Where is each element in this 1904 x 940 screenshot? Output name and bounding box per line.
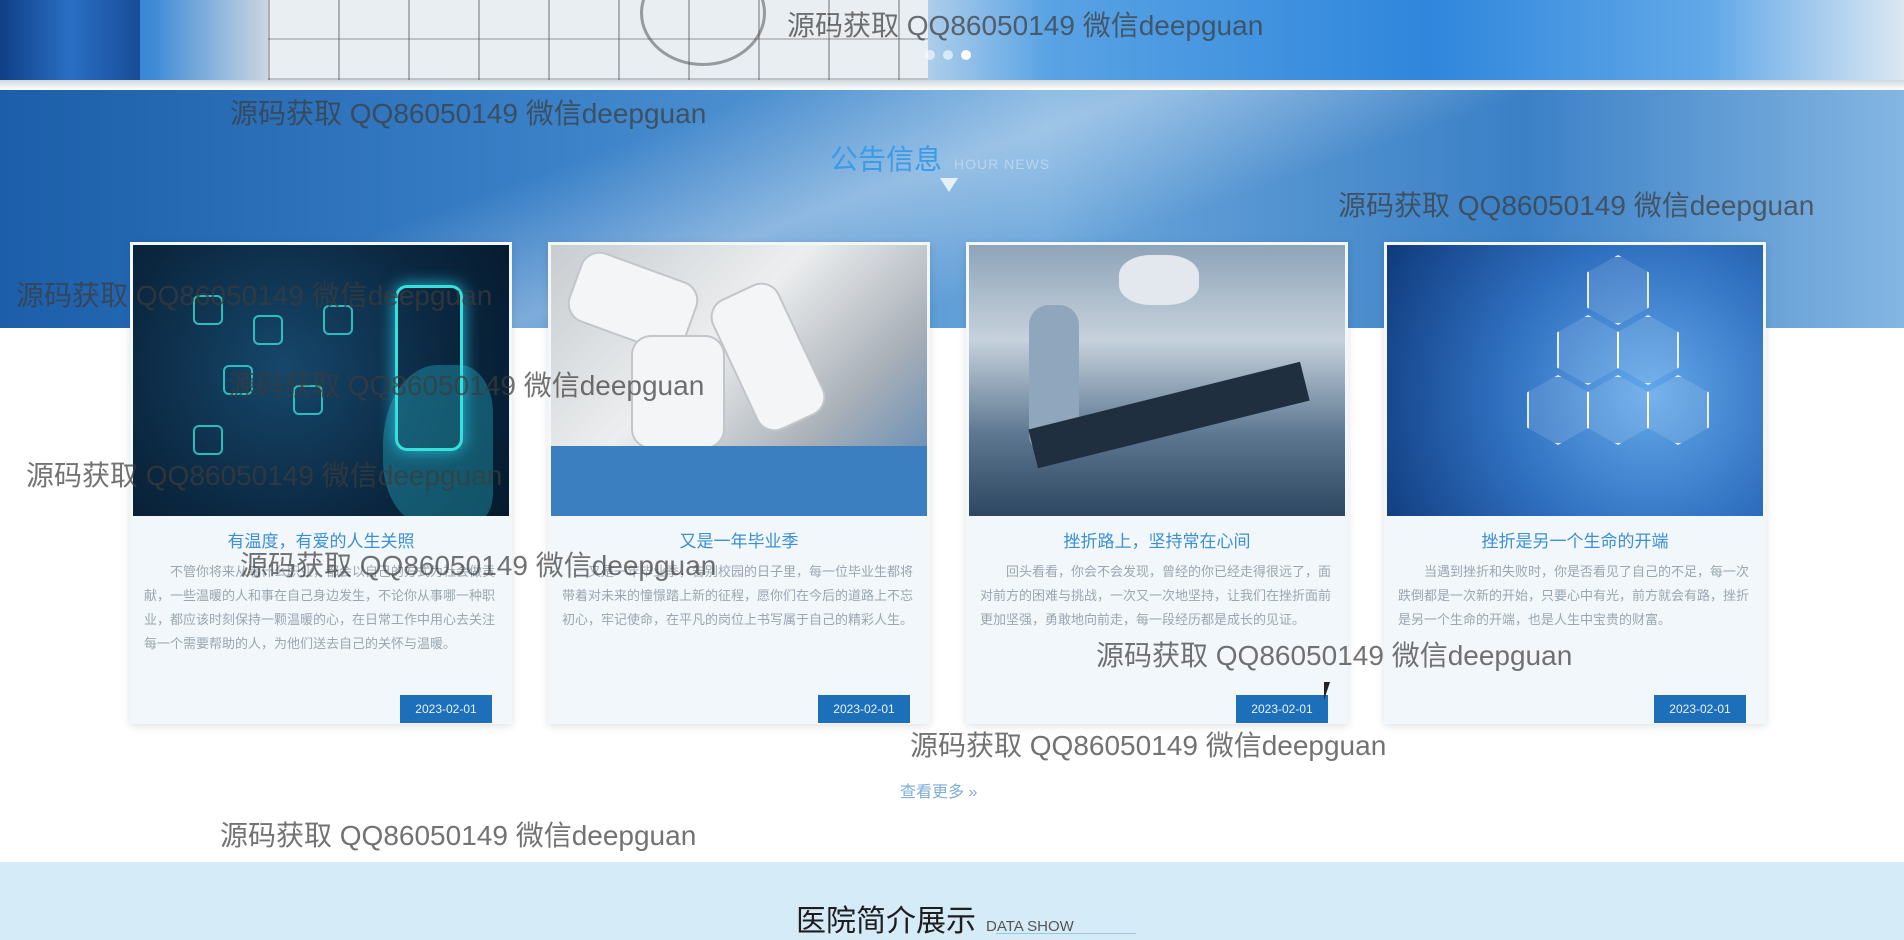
- first-aid-kit-icon: [1617, 315, 1679, 385]
- about-title-underline: [996, 933, 1136, 934]
- news-card-summary: 不管你将来从事什么职业，都会以自己的方式为社会做贡献，一些温暖的人和事在自己身边…: [144, 564, 496, 651]
- news-card-date: 2023-02-01: [818, 695, 910, 723]
- medical-hologram-icon: [193, 425, 223, 455]
- news-card-summary: 回头看看，你会不会发现，曾经的你已经走得很远了，面对前方的困难与挑战，一次又一次…: [980, 564, 1332, 627]
- news-card-date: 2023-02-01: [1654, 695, 1746, 723]
- banner-divider: [0, 80, 1904, 90]
- news-card-title[interactable]: 又是一年毕业季: [548, 527, 930, 552]
- news-section-heading: 公告信息 HOUR NEWS: [830, 138, 1050, 178]
- surgical-lamp: [1119, 255, 1199, 305]
- flask-icon: [1527, 375, 1589, 445]
- news-card[interactable]: 有温度，有爱的人生关照 不管你将来从事什么职业，都会以自己的方式为社会做贡献，一…: [130, 242, 512, 724]
- news-title: 公告信息: [830, 144, 943, 175]
- smartphone-icon: [395, 285, 463, 451]
- news-card-image: [551, 245, 927, 516]
- medical-hologram-icon: [323, 305, 353, 335]
- news-card-date: 2023-02-01: [400, 695, 492, 723]
- news-card-title[interactable]: 挫折是另一个生命的开端: [1384, 527, 1766, 552]
- carousel-dot[interactable]: [925, 50, 935, 60]
- surgical-drape: [551, 446, 927, 516]
- news-card-title[interactable]: 有温度，有爱的人生关照: [130, 527, 512, 552]
- watermark-text: 源码获取 QQ86050149 微信deepguan: [220, 820, 697, 851]
- news-card[interactable]: 又是一年毕业季 又是一年毕业季，告别校园的日子里，每一位毕业生都将带着对未来的憧…: [548, 242, 930, 724]
- news-card-title[interactable]: 挫折路上，坚持常在心间: [966, 527, 1348, 552]
- robot-arm-shape: [631, 335, 725, 449]
- banner-blueprint-image: [268, 0, 928, 80]
- news-subtitle: HOUR NEWS: [954, 156, 1051, 172]
- news-card-date: 2023-02-01: [1236, 695, 1328, 723]
- news-card-summary: 又是一年毕业季，告别校园的日子里，每一位毕业生都将带着对未来的憧憬踏上新的征程，…: [562, 564, 914, 627]
- news-card[interactable]: 挫折路上，坚持常在心间 回头看看，你会不会发现，曾经的你已经走得很远了，面对前方…: [966, 242, 1348, 724]
- news-card-image: [133, 245, 509, 516]
- chevron-down-icon: [940, 178, 958, 192]
- mouse-cursor-icon: [1324, 682, 1330, 700]
- medical-hologram-icon: [253, 315, 283, 345]
- medical-hologram-icon: [193, 295, 223, 325]
- carousel-dot[interactable]: [943, 50, 953, 60]
- about-title: 医院简介展示: [796, 905, 976, 938]
- medicine-bottle-icon: [1557, 315, 1619, 385]
- watermark-text: 源码获取 QQ86050149 微信deepguan: [910, 730, 1387, 761]
- medical-hologram-icon: [223, 365, 253, 395]
- clipboard-icon: [1587, 375, 1649, 445]
- news-card-image: [969, 245, 1345, 516]
- carousel-dot-active[interactable]: [961, 50, 971, 60]
- view-more-link[interactable]: 查看更多 »: [900, 778, 977, 802]
- news-card-list: 有温度，有爱的人生关照 不管你将来从事什么职业，都会以自己的方式为社会做贡献，一…: [130, 242, 1766, 724]
- news-card[interactable]: 挫折是另一个生命的开端 当遇到挫折和失败时，你是否看见了自己的不足，每一次跌倒都…: [1384, 242, 1766, 724]
- syringe-icon: [1647, 375, 1709, 445]
- news-card-image: [1387, 245, 1763, 516]
- news-card-summary: 当遇到挫折和失败时，你是否看见了自己的不足，每一次跌倒都是一次新的开始，只要心中…: [1398, 564, 1750, 627]
- heart-pulse-icon: [1587, 255, 1649, 325]
- banner-carousel[interactable]: [0, 0, 1904, 80]
- banner-left-graphic: [0, 0, 140, 80]
- carousel-dots: [925, 50, 971, 60]
- medical-hologram-icon: [293, 385, 323, 415]
